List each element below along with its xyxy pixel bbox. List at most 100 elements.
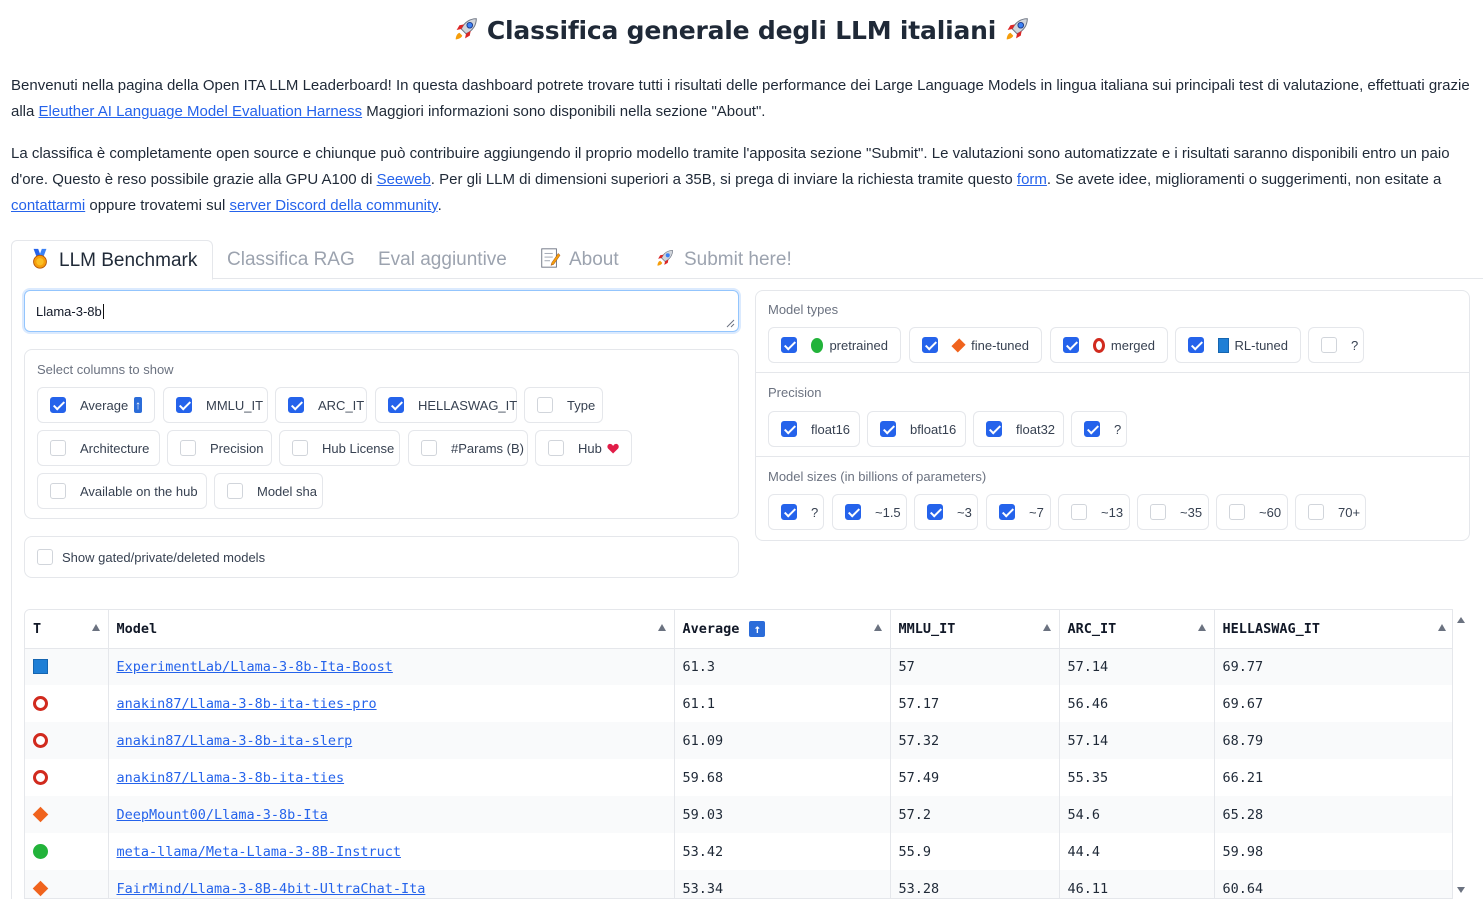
header-model[interactable]: Model [108, 610, 675, 649]
table-header: T Model Average ↑ MMLU_IT ARC_IT HELLASWA… [25, 610, 1455, 649]
cell-mmlu: 53.28 [890, 870, 1060, 898]
tab-eval-aggiuntive[interactable]: Eval aggiuntive [378, 240, 507, 279]
header-mmlu[interactable]: MMLU_IT [890, 610, 1060, 649]
column-toggle-arc[interactable]: ARC_IT [275, 387, 367, 423]
form-link[interactable]: form [1017, 171, 1047, 188]
table-scrollbar[interactable] [1452, 609, 1470, 899]
cell-average: 59.68 [674, 759, 891, 796]
size-3[interactable]: ~3 [914, 494, 978, 530]
pretrained-icon [33, 844, 48, 859]
column-toggle-model-sha[interactable]: Model sha [214, 473, 323, 509]
size-60[interactable]: ~60 [1216, 494, 1288, 530]
column-toggle-params[interactable]: #Params (B) [408, 430, 528, 466]
sort-icon[interactable] [91, 624, 100, 631]
fine-tuned-icon [32, 806, 49, 823]
cell-average: 61.3 [674, 648, 891, 685]
column-toggle-mmlu[interactable]: MMLU_IT [163, 387, 268, 423]
leaderboard-table: T Model Average ↑ MMLU_IT ARC_IT HELLASWA… [24, 609, 1470, 899]
size-unknown[interactable]: ? [768, 494, 824, 530]
memo-icon [541, 248, 561, 268]
heart-icon [607, 443, 619, 454]
model-link[interactable]: FairMind/Llama-3-8B-4bit-UltraChat-Ita [117, 881, 426, 897]
sort-icon[interactable] [1437, 624, 1446, 631]
model-type-unknown[interactable]: ? [1308, 327, 1364, 363]
sort-icon[interactable] [1042, 624, 1051, 631]
size-7[interactable]: ~7 [986, 494, 1051, 530]
cell-hellaswag: 69.67 [1214, 685, 1455, 722]
sort-icon[interactable] [1197, 624, 1206, 631]
rocket-icon [455, 18, 477, 40]
cell-hellaswag: 59.98 [1214, 833, 1455, 870]
precision-float16[interactable]: float16 [768, 411, 860, 447]
tab-llm-benchmark[interactable]: LLM Benchmark [11, 240, 214, 280]
page-title: Classifica generale degli LLM italiani [0, 14, 1483, 45]
cell-mmlu: 57.32 [890, 722, 1060, 759]
column-toggle-hellaswag[interactable]: HELLASWAG_IT [375, 387, 517, 423]
header-type[interactable]: T [25, 610, 109, 649]
column-toggle-average[interactable]: Average ↑ [37, 387, 155, 423]
model-link[interactable]: anakin87/Llama-3-8b-ita-ties [117, 770, 345, 786]
precision-float32[interactable]: float32 [973, 411, 1064, 447]
size-13[interactable]: ~13 [1058, 494, 1130, 530]
cell-hellaswag: 68.79 [1214, 722, 1455, 759]
precision-unknown[interactable]: ? [1071, 411, 1127, 447]
precision-bfloat16[interactable]: bfloat16 [867, 411, 966, 447]
cell-average: 61.09 [674, 722, 891, 759]
column-toggle-hub[interactable]: Hub [535, 430, 632, 466]
size-1-5[interactable]: ~1.5 [832, 494, 907, 530]
header-arc[interactable]: ARC_IT [1059, 610, 1215, 649]
blue-square-icon [1218, 337, 1229, 353]
table-row: FairMind/Llama-3-8B-4bit-UltraChat-Ita 5… [25, 870, 1455, 898]
eleuther-link[interactable]: Eleuther AI Language Model Evaluation Ha… [39, 103, 363, 120]
gated-models-toggle[interactable]: Show gated/private/deleted models [24, 536, 739, 578]
model-link[interactable]: anakin87/Llama-3-8b-ita-slerp [117, 733, 353, 749]
tab-submit[interactable]: Submit here! [654, 240, 792, 279]
fine-tuned-icon [32, 880, 49, 897]
column-toggle-type[interactable]: Type [524, 387, 603, 423]
cell-hellaswag: 66.21 [1214, 759, 1455, 796]
tab-about[interactable]: About [539, 240, 619, 279]
cell-mmlu: 57.49 [890, 759, 1060, 796]
model-link[interactable]: ExperimentLab/Llama-3-8b-Ita-Boost [117, 659, 393, 675]
table-row: DeepMount00/Llama-3-8b-Ita 59.03 57.2 54… [25, 796, 1455, 833]
green-circle-icon [811, 337, 824, 353]
table-row: ExperimentLab/Llama-3-8b-Ita-Boost 61.3 … [25, 648, 1455, 685]
header-average[interactable]: Average ↑ [674, 610, 891, 649]
resize-handle-icon[interactable] [725, 318, 735, 328]
cell-arc: 56.46 [1059, 685, 1215, 722]
cell-mmlu: 57.17 [890, 685, 1060, 722]
merged-icon [33, 733, 48, 748]
model-link[interactable]: anakin87/Llama-3-8b-ita-ties-pro [117, 696, 377, 712]
column-toggle-available[interactable]: Available on the hub [37, 473, 207, 509]
scroll-down-icon[interactable] [1457, 887, 1465, 893]
model-type-merged[interactable]: merged [1050, 327, 1168, 363]
tab-classifica-rag[interactable]: Classifica RAG [227, 240, 355, 279]
cell-mmlu: 55.9 [890, 833, 1060, 870]
info-paragraph: La classifica è completamente open sourc… [11, 145, 1450, 214]
cell-mmlu: 57 [890, 648, 1060, 685]
medal-icon [33, 248, 47, 269]
column-toggle-hub-license[interactable]: Hub License [279, 430, 400, 466]
model-link[interactable]: meta-llama/Meta-Llama-3-8B-Instruct [117, 844, 401, 860]
column-toggle-precision[interactable]: Precision [167, 430, 272, 466]
sort-icon[interactable] [873, 624, 882, 631]
cell-hellaswag: 69.77 [1214, 648, 1455, 685]
arrow-up-icon: ↑ [134, 397, 142, 413]
size-70-plus[interactable]: 70+ [1295, 494, 1366, 530]
sort-icon[interactable] [657, 624, 666, 631]
model-type-rl-tuned[interactable]: RL-tuned [1175, 327, 1301, 363]
model-type-pretrained[interactable]: pretrained [768, 327, 901, 363]
discord-link[interactable]: server Discord della community [229, 197, 437, 214]
scroll-up-icon[interactable] [1457, 617, 1465, 623]
cell-arc: 57.14 [1059, 648, 1215, 685]
column-toggle-architecture[interactable]: Architecture [37, 430, 160, 466]
model-type-fine-tuned[interactable]: fine-tuned [909, 327, 1042, 363]
table-row: anakin87/Llama-3-8b-ita-ties-pro 61.1 57… [25, 685, 1455, 722]
contact-link[interactable]: contattarmi [11, 197, 85, 214]
search-input[interactable]: Llama-3-8b [24, 290, 739, 332]
header-hellaswag[interactable]: HELLASWAG_IT [1214, 610, 1455, 649]
cell-average: 53.34 [674, 870, 891, 898]
size-35[interactable]: ~35 [1137, 494, 1209, 530]
seeweb-link[interactable]: Seeweb [377, 171, 431, 188]
model-link[interactable]: DeepMount00/Llama-3-8b-Ita [117, 807, 328, 823]
